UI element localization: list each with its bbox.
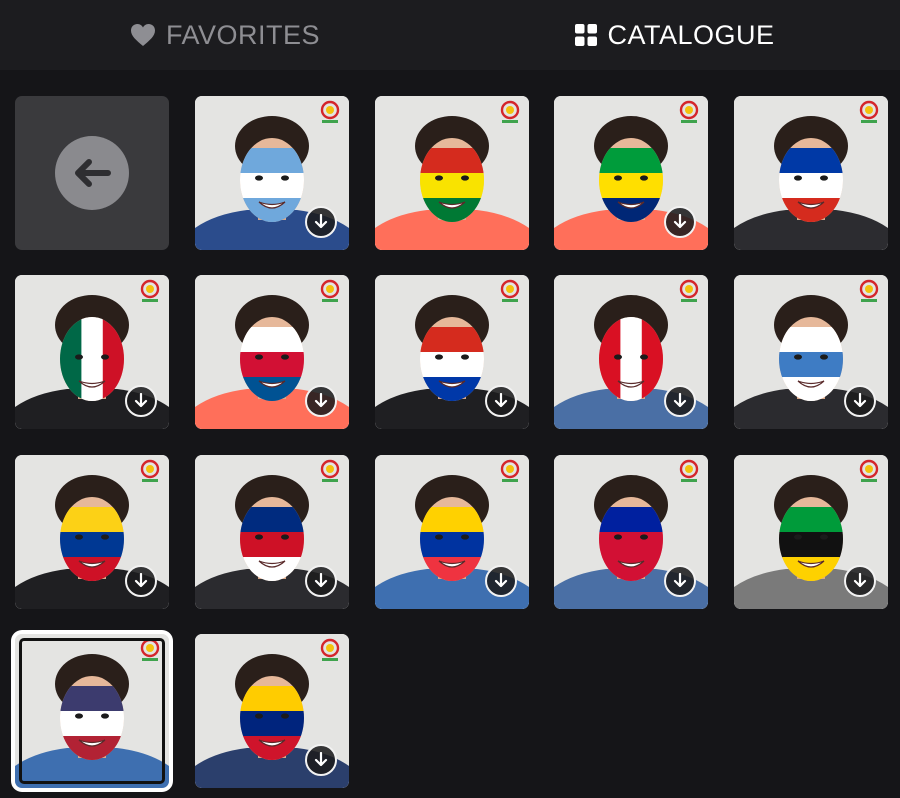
download-button[interactable] bbox=[844, 565, 876, 597]
mask-tile-costa-rica[interactable] bbox=[195, 455, 349, 609]
face-thumbnail bbox=[15, 634, 169, 788]
mask-tile-mexico[interactable] bbox=[15, 275, 169, 429]
tab-catalogue-label: CATALOGUE bbox=[607, 19, 775, 50]
download-arrow-icon bbox=[673, 573, 687, 588]
tab-favorites-label: FAVORITES bbox=[165, 19, 321, 50]
face-thumbnail bbox=[375, 96, 529, 250]
arrow-left-icon bbox=[75, 159, 111, 187]
mask-tile-chile[interactable] bbox=[734, 96, 888, 250]
mask-tile-peru[interactable] bbox=[554, 275, 708, 429]
download-arrow-icon bbox=[314, 214, 328, 229]
download-button[interactable] bbox=[664, 206, 696, 238]
mask-tile-brazil[interactable] bbox=[554, 96, 708, 250]
tab-bar: FAVORITES CATALOGUE bbox=[0, 0, 900, 70]
download-arrow-icon bbox=[853, 573, 867, 588]
download-button[interactable] bbox=[305, 565, 337, 597]
download-arrow-icon bbox=[673, 214, 687, 229]
mask-tile-argentina[interactable] bbox=[195, 96, 349, 250]
grid-icon bbox=[575, 24, 598, 46]
tab-favorites[interactable]: FAVORITES bbox=[0, 0, 450, 70]
download-button[interactable] bbox=[485, 565, 517, 597]
download-arrow-icon bbox=[494, 573, 508, 588]
mask-tile-jamaica[interactable] bbox=[734, 455, 888, 609]
download-arrow-icon bbox=[314, 752, 328, 767]
download-button[interactable] bbox=[305, 385, 337, 417]
download-button[interactable] bbox=[844, 385, 876, 417]
download-button[interactable] bbox=[305, 206, 337, 238]
download-button[interactable] bbox=[664, 565, 696, 597]
mask-tile-haiti[interactable] bbox=[554, 455, 708, 609]
download-arrow-icon bbox=[134, 573, 148, 588]
face-thumbnail bbox=[734, 96, 888, 250]
download-arrow-icon bbox=[853, 393, 867, 408]
tab-catalogue[interactable]: CATALOGUE bbox=[450, 0, 900, 70]
download-button[interactable] bbox=[125, 385, 157, 417]
mask-tile-venezuela[interactable] bbox=[195, 634, 349, 788]
download-arrow-icon bbox=[673, 393, 687, 408]
heart-icon bbox=[130, 24, 155, 46]
mask-tile-colombia[interactable] bbox=[15, 455, 169, 609]
download-arrow-icon bbox=[494, 393, 508, 408]
back-button[interactable] bbox=[15, 96, 169, 250]
mask-tile-usa[interactable] bbox=[15, 634, 169, 788]
back-button-circle bbox=[55, 136, 129, 210]
mask-catalogue-grid bbox=[0, 70, 900, 798]
download-button[interactable] bbox=[305, 744, 337, 776]
download-arrow-icon bbox=[134, 393, 148, 408]
download-button[interactable] bbox=[664, 385, 696, 417]
download-arrow-icon bbox=[314, 393, 328, 408]
mask-tile-uruguay[interactable] bbox=[734, 275, 888, 429]
download-button[interactable] bbox=[125, 565, 157, 597]
mask-tile-bolivia[interactable] bbox=[375, 96, 529, 250]
mask-tile-paraguay[interactable] bbox=[375, 275, 529, 429]
download-arrow-icon bbox=[314, 573, 328, 588]
download-button[interactable] bbox=[485, 385, 517, 417]
mask-tile-ecuador[interactable] bbox=[375, 455, 529, 609]
mask-tile-panama[interactable] bbox=[195, 275, 349, 429]
